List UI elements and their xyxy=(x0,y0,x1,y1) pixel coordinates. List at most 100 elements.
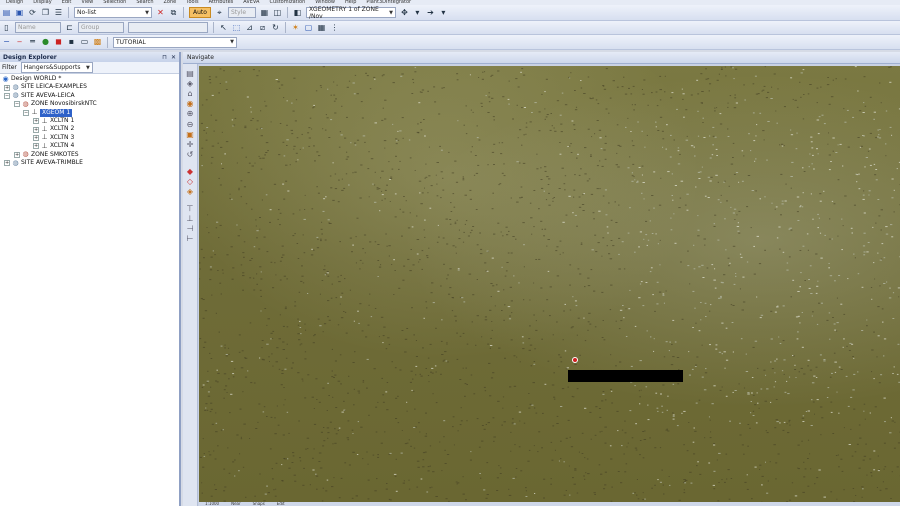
toolbar-separator xyxy=(285,22,286,33)
expand-icon[interactable]: + xyxy=(4,84,10,91)
square-icon[interactable]: ▢ xyxy=(303,22,314,33)
arrow-down-icon[interactable]: ▾ xyxy=(438,7,449,18)
tutorial-combo[interactable]: TUTORIAL ▼ xyxy=(113,36,237,48)
tree-node-xcltn-3[interactable]: + ⊥ XCLTN 3 xyxy=(0,134,179,142)
filter-combo[interactable]: Hangers&Supports ▼ xyxy=(20,62,93,73)
chevron-down-icon: ▼ xyxy=(86,64,90,71)
eye-icon[interactable]: ◉ xyxy=(186,99,195,108)
orbit-icon[interactable]: ↺ xyxy=(186,150,195,159)
auto-toggle-button[interactable]: Auto xyxy=(189,7,211,18)
tree-node-zone-smkotes[interactable]: + ◍ ZONE SMKOTES xyxy=(0,151,179,159)
tutorial-combo-value: TUTORIAL xyxy=(116,38,146,46)
zoom-out-icon[interactable]: ⊖ xyxy=(186,120,195,129)
pick-icon[interactable]: ⌖ xyxy=(214,7,225,18)
zone-icon: ◍ xyxy=(22,150,29,159)
clip-plane-icon[interactable]: ◇ xyxy=(186,177,195,186)
zoom-icon[interactable]: ⊕ xyxy=(186,109,195,118)
tree-node-label: ZONE SMKOTES xyxy=(31,150,79,158)
pan-icon[interactable]: ◈ xyxy=(186,79,195,88)
tree-node-site-aveva-trimble[interactable]: + ◍ SITE AVEVA-TRIMBLE xyxy=(0,159,179,167)
arrow-right-icon[interactable]: ➔ xyxy=(425,7,436,18)
tree-node-label: Design WORLD * xyxy=(11,75,62,82)
folder-icon[interactable]: ▭ xyxy=(79,37,90,48)
measure-icon[interactable]: ⊿ xyxy=(244,22,255,33)
zoom-icon[interactable]: ⬚ xyxy=(231,22,242,33)
navigate-icon[interactable]: ✥ xyxy=(399,7,410,18)
tree-node-site-aveva-leica[interactable]: − ◍ SITE AVEVA-LEICA xyxy=(0,92,179,100)
refresh-icon[interactable]: ⟳ xyxy=(27,7,38,18)
redacted-label xyxy=(568,370,683,382)
tree-node-label: XCLTN 1 xyxy=(50,116,75,124)
tree-node-label: XCLTN 3 xyxy=(50,133,75,141)
clip-icon[interactable]: ⧄ xyxy=(257,22,268,33)
expand-icon[interactable]: + xyxy=(4,160,10,167)
view-iso-icon[interactable]: ⊢ xyxy=(186,234,195,243)
collapse-icon[interactable]: − xyxy=(23,109,29,116)
new-icon[interactable]: ▤ xyxy=(1,7,12,18)
tree-node-zone-novosibirsk[interactable]: − ◍ ZONE NovosibirskNTC xyxy=(0,100,179,108)
section-icon[interactable]: ◈ xyxy=(186,187,195,196)
tree-node-label-selected: XGEOM 1 xyxy=(40,108,73,117)
view-side-icon[interactable]: ⊣ xyxy=(186,224,195,233)
view-front-icon[interactable]: ⊥ xyxy=(186,214,195,223)
viewport-toolbar: ▤ ◈ ⌂ ◉ ⊕ ⊖ ▣ ✛ ↺ ◆ ◇ ◈ ⊤ ⊥ ⊣ ⊢ xyxy=(183,64,198,506)
perspective-icon[interactable]: ▣ xyxy=(186,130,195,139)
expand-icon[interactable]: + xyxy=(33,134,39,141)
record-icon[interactable]: ◼ xyxy=(53,37,64,48)
star-icon[interactable]: ✶ xyxy=(290,22,301,33)
viewport-title: Navigate xyxy=(187,54,214,61)
chart-icon[interactable]: ⋮ xyxy=(329,22,340,33)
clip-box-icon[interactable]: ◆ xyxy=(186,167,195,176)
link-icon[interactable]: ⊏ xyxy=(64,22,75,33)
point-cloud-canvas[interactable] xyxy=(199,66,900,502)
view-top-icon[interactable]: ⊤ xyxy=(186,204,195,213)
pin-icon[interactable]: ⊓ xyxy=(162,54,167,61)
lock-icon[interactable]: ▯ xyxy=(1,22,12,33)
collapse-icon[interactable]: − xyxy=(14,101,20,108)
home-icon[interactable]: ⌂ xyxy=(186,89,195,98)
status-item: 1:1000 xyxy=(205,502,220,506)
current-element-combo[interactable]: XGEOMETRY 1 of ZONE /Nov ▼ xyxy=(305,6,396,20)
tree-node-xgeom[interactable]: − ⊥ XGEOM 1 xyxy=(0,108,179,117)
layers-icon[interactable]: ☰ xyxy=(53,7,64,18)
close-icon[interactable]: ✕ xyxy=(155,7,166,18)
cube-icon[interactable]: ◫ xyxy=(272,7,283,18)
circle-icon[interactable]: ● xyxy=(40,37,51,48)
empty-combo[interactable] xyxy=(128,22,208,33)
expand-icon[interactable]: + xyxy=(33,126,39,133)
copy-icon[interactable]: ⧉ xyxy=(168,7,179,18)
tree-node-world[interactable]: ◉ Design WORLD * xyxy=(0,75,179,83)
ce-icon[interactable]: ◧ xyxy=(292,7,303,18)
palette-icon[interactable]: ▩ xyxy=(92,37,103,48)
table-icon[interactable]: ▦ xyxy=(316,22,327,33)
toolbar-separator xyxy=(286,7,288,18)
move-icon[interactable]: ✛ xyxy=(186,140,195,149)
point-cloud-render xyxy=(199,66,900,502)
line-icon[interactable]: ═ xyxy=(27,37,38,48)
select-icon[interactable]: ↖ xyxy=(218,22,229,33)
collection-icon: ⊥ xyxy=(41,141,48,150)
rotate-icon[interactable]: ↻ xyxy=(270,22,281,33)
style-combo[interactable]: Style xyxy=(227,7,256,18)
tree-node-xcltn-2[interactable]: + ⊥ XCLTN 2 xyxy=(0,125,179,133)
minus-icon[interactable]: − xyxy=(1,37,12,48)
close-icon[interactable]: ✕ xyxy=(171,54,176,61)
expand-icon[interactable]: + xyxy=(33,118,39,125)
expand-icon[interactable]: + xyxy=(33,143,39,150)
status-bar: 1:1000 Near Snaps Edit xyxy=(199,502,900,506)
arrow-down-icon[interactable]: ▾ xyxy=(412,7,423,18)
name-combo-placeholder: Name xyxy=(18,24,36,31)
lock-icon[interactable]: ▪ xyxy=(66,37,77,48)
walk-icon[interactable]: ▤ xyxy=(186,69,195,78)
group-combo[interactable]: Group xyxy=(78,22,124,33)
filter-list-combo[interactable]: No-list ▼ xyxy=(74,7,152,18)
tree-node-site-leica-examples[interactable]: + ◍ SITE LEICA-EXAMPLES xyxy=(0,83,179,91)
window-icon[interactable]: ❐ xyxy=(40,7,51,18)
grid-icon[interactable]: ▦ xyxy=(259,7,270,18)
tree-node-xcltn-1[interactable]: + ⊥ XCLTN 1 xyxy=(0,117,179,125)
name-combo[interactable]: Name xyxy=(15,22,61,33)
collapse-icon[interactable]: − xyxy=(4,92,10,99)
expand-icon[interactable]: + xyxy=(14,151,20,158)
minus-red-icon[interactable]: ‒ xyxy=(14,37,25,48)
save-icon[interactable]: ▣ xyxy=(14,7,25,18)
